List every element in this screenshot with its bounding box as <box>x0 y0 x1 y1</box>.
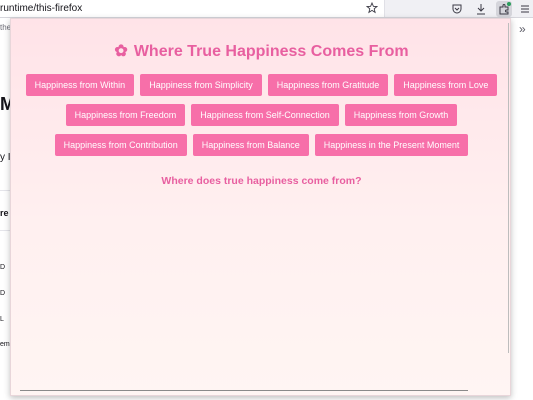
menu-icon[interactable] <box>517 1 533 17</box>
button-row-1: Happiness from Within Happiness from Sim… <box>11 74 510 96</box>
url-bar[interactable]: runtime/this-firefox <box>0 0 385 17</box>
bg-tab-fragment: the fi <box>0 23 10 32</box>
bg-heading-fragment: Mo <box>0 94 10 114</box>
star-icon[interactable] <box>366 2 378 14</box>
bg-bold-fragment: re <box>0 208 9 218</box>
extension-popup: ✿ Where True Happiness Comes From Happine… <box>10 18 511 396</box>
happiness-love-button[interactable]: Happiness from Love <box>394 74 498 96</box>
happiness-balance-button[interactable]: Happiness from Balance <box>192 134 309 156</box>
happiness-growth-button[interactable]: Happiness from Growth <box>344 104 458 126</box>
extension-icon[interactable] <box>496 1 512 17</box>
pocket-icon[interactable] <box>449 1 465 17</box>
happiness-within-button[interactable]: Happiness from Within <box>25 74 135 96</box>
happiness-contribution-button[interactable]: Happiness from Contribution <box>54 134 187 156</box>
browser-toolbar: runtime/this-firefox <box>0 0 533 18</box>
happiness-freedom-button[interactable]: Happiness from Freedom <box>65 104 186 126</box>
bg-row-fragment: D <box>0 264 6 271</box>
flower-icon: ✿ <box>114 43 128 60</box>
happiness-simplicity-button[interactable]: Happiness from Simplicity <box>140 74 262 96</box>
happiness-present-moment-button[interactable]: Happiness in the Present Moment <box>314 134 469 156</box>
happiness-gratitude-button[interactable]: Happiness from Gratitude <box>267 74 389 96</box>
bg-row-fragment: eme <box>0 341 10 348</box>
bg-row-fragment: L <box>0 316 4 323</box>
popup-title: Where True Happiness Comes From <box>133 43 409 60</box>
question-text: Where does true happiness come from? <box>161 175 362 187</box>
bg-row-fragment: D <box>0 290 6 297</box>
extension-badge-dot <box>507 2 511 6</box>
button-row-2: Happiness from Freedom Happiness from Se… <box>11 104 510 126</box>
bg-text-fragment: y I <box>0 152 10 163</box>
horizontal-scrollbar[interactable] <box>20 390 468 391</box>
happiness-self-connection-button[interactable]: Happiness from Self-Connection <box>191 104 339 126</box>
vertical-scrollbar[interactable] <box>508 23 509 353</box>
download-icon[interactable] <box>473 1 489 17</box>
sidebar-expand-icon[interactable]: » <box>519 22 526 36</box>
popup-title-row: ✿ Where True Happiness Comes From <box>11 41 510 61</box>
button-row-3: Happiness from Contribution Happiness fr… <box>11 134 510 156</box>
